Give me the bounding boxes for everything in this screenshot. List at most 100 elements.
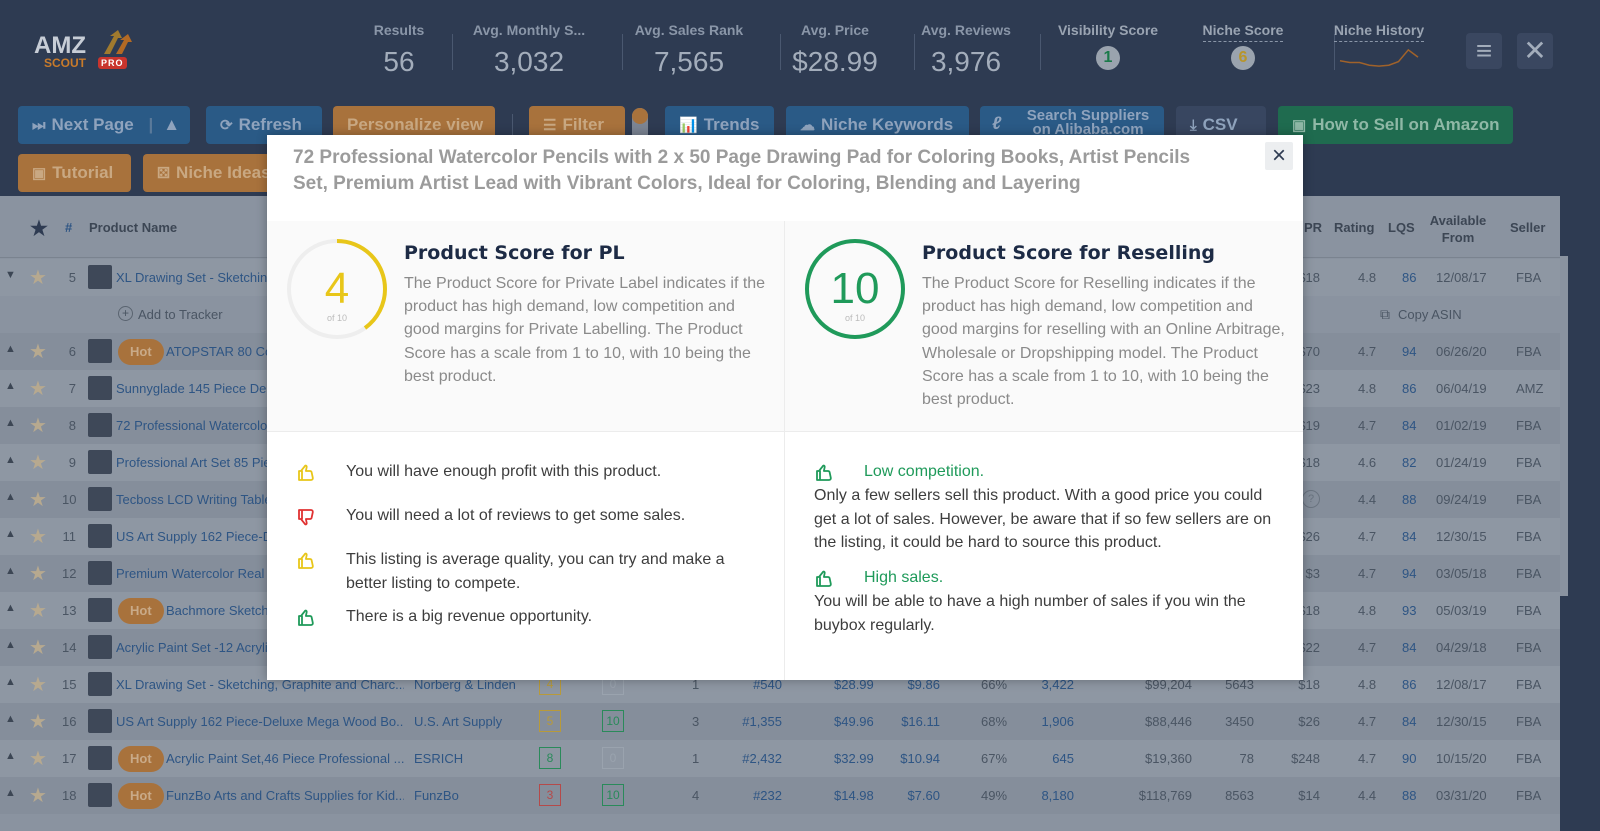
expand-row-icon[interactable]: ▲ (5, 528, 16, 540)
product-name-link[interactable]: Sunnyglade 145 Piece Del (116, 381, 269, 396)
price-link[interactable]: $49.96 (834, 714, 874, 729)
reviews-count[interactable]: 8,180 (1030, 788, 1074, 803)
pl-score-box[interactable]: 3 (539, 784, 561, 806)
product-name-link[interactable]: Acrylic Paint Set,46 Piece Professional … (166, 751, 404, 766)
favorite-star-icon[interactable]: ★ (29, 413, 47, 438)
resell-score-box[interactable]: 10 (602, 784, 624, 806)
table-row[interactable]: ▲ ★ 16 US Art Supply 162 Piece-Deluxe Mega … (0, 703, 1560, 740)
expand-row-icon[interactable]: ▲ (5, 639, 16, 651)
niche-score[interactable]: Niche Score 6 (1198, 22, 1288, 70)
product-thumbnail[interactable] (88, 487, 112, 511)
product-name-link[interactable]: 72 Professional Watercolo (116, 418, 267, 433)
niche-ideas-button[interactable]: ⚄ Niche Ideas (143, 154, 283, 192)
lqs-link[interactable]: 84 (1402, 640, 1416, 655)
lqs-link[interactable]: 94 (1402, 566, 1416, 581)
product-thumbnail[interactable] (88, 413, 112, 437)
lqs-link[interactable]: 82 (1402, 455, 1416, 470)
fees-link[interactable]: $10.94 (900, 751, 940, 766)
table-row[interactable]: ▲ ★ 17 Hot Acrylic Paint Set,46 Piece Profes… (0, 740, 1560, 777)
favorite-star-icon[interactable]: ★ (29, 561, 47, 586)
visibility-score[interactable]: Visibility Score 1 (1052, 22, 1164, 70)
product-name-link[interactable]: US Art Supply 162 Piece-D (116, 529, 272, 544)
product-name-link[interactable]: Premium Watercolor Real (116, 566, 264, 581)
reviews-count[interactable]: 645 (1030, 751, 1074, 766)
product-thumbnail[interactable] (88, 265, 112, 289)
header-pr[interactable]: PR (1304, 220, 1322, 235)
product-name-link[interactable]: ATOPSTAR 80 Co (166, 344, 272, 359)
tutorial-button[interactable]: ▣ Tutorial (18, 154, 131, 192)
menu-button[interactable]: ≡ (1466, 33, 1502, 69)
header-rating[interactable]: Rating (1334, 220, 1374, 235)
fees-link[interactable]: $7.60 (900, 788, 940, 803)
price-link[interactable]: $14.98 (834, 788, 874, 803)
brand-link[interactable]: U.S. Art Supply (414, 714, 502, 729)
expand-row-icon[interactable]: ▲ (5, 565, 16, 577)
expand-row-icon[interactable]: ▲ (5, 417, 16, 429)
product-name-link[interactable]: XL Drawing Set - Sketching (116, 270, 274, 285)
lqs-link[interactable]: 93 (1402, 603, 1416, 618)
lqs-link[interactable]: 84 (1402, 714, 1416, 729)
favorite-star-icon[interactable]: ★ (29, 783, 47, 808)
product-thumbnail[interactable] (88, 376, 112, 400)
product-thumbnail[interactable] (88, 450, 112, 474)
product-thumbnail[interactable] (88, 339, 112, 363)
header-lqs[interactable]: LQS (1388, 220, 1415, 235)
next-page-button[interactable]: ⏭ Next Page | ▲ (18, 106, 190, 144)
product-thumbnail[interactable] (88, 524, 112, 548)
product-name-link[interactable]: Acrylic Paint Set -12 Acryli (116, 640, 268, 655)
product-name-link[interactable]: Professional Art Set 85 Pie (116, 455, 271, 470)
header-product-name[interactable]: Product Name (89, 220, 177, 235)
expand-row-icon[interactable]: ▲ (5, 454, 16, 466)
lqs-link[interactable]: 94 (1402, 344, 1416, 359)
fees-link[interactable]: $16.11 (900, 714, 940, 729)
favorite-star-icon[interactable]: ★ (29, 339, 47, 364)
product-name-link[interactable]: Bachmore Sketch (166, 603, 269, 618)
product-thumbnail[interactable] (88, 783, 112, 807)
favorite-star-icon[interactable]: ★ (29, 265, 47, 290)
header-seller[interactable]: Seller (1510, 220, 1545, 235)
expand-row-icon[interactable]: ▲ (5, 343, 16, 355)
table-row[interactable]: ▲ ★ 18 Hot FunzBo Arts and Crafts Supplies f… (0, 777, 1560, 814)
favorite-star-icon[interactable]: ★ (29, 672, 47, 697)
favorite-star-icon[interactable]: ★ (29, 450, 47, 475)
favorite-star-icon[interactable]: ★ (29, 709, 47, 734)
lqs-link[interactable]: 86 (1402, 381, 1416, 396)
lqs-link[interactable]: 90 (1402, 751, 1416, 766)
resell-score-box[interactable]: 0 (602, 747, 624, 769)
sales-rank-link[interactable]: #232 (730, 788, 782, 803)
scrollbar-thumb[interactable] (1560, 256, 1568, 596)
header-available-from[interactable]: Available From (1428, 212, 1488, 246)
product-name-link[interactable]: Tecboss LCD Writing Table (116, 492, 272, 507)
lqs-link[interactable]: 84 (1402, 418, 1416, 433)
header-num[interactable]: # (65, 220, 72, 235)
modal-close-button[interactable]: × (1265, 142, 1293, 170)
favorite-star-icon[interactable]: ★ (29, 635, 47, 660)
copy-asin-link[interactable]: Copy ASIN (1398, 307, 1462, 322)
reviews-count[interactable]: 1,906 (1030, 714, 1074, 729)
brand-link[interactable]: ESRICH (414, 751, 463, 766)
expand-row-icon[interactable]: ▲ (5, 713, 16, 725)
help-icon[interactable]: ? (1302, 490, 1320, 508)
expand-row-icon[interactable]: ▲ (5, 676, 16, 688)
scrollbar-track[interactable] (1560, 196, 1600, 831)
favorite-star-icon[interactable]: ★ (29, 746, 47, 771)
product-thumbnail[interactable] (88, 561, 112, 585)
niche-history[interactable]: Niche History (1330, 22, 1428, 75)
product-thumbnail[interactable] (88, 598, 112, 622)
how-to-sell-button[interactable]: ▣ How to Sell on Amazon (1278, 106, 1513, 144)
favorite-star-icon[interactable]: ★ (29, 376, 47, 401)
expand-row-icon[interactable]: ▲ (5, 602, 16, 614)
lqs-link[interactable]: 88 (1402, 788, 1416, 803)
sales-rank-link[interactable]: #2,432 (730, 751, 782, 766)
expand-row-icon[interactable]: ▲ (5, 491, 16, 503)
lqs-link[interactable]: 86 (1402, 677, 1416, 692)
expand-row-icon[interactable]: ▲ (5, 787, 16, 799)
star-header-icon[interactable]: ★ (30, 216, 48, 241)
add-to-tracker-link[interactable]: Add to Tracker (138, 307, 223, 322)
lqs-link[interactable]: 88 (1402, 492, 1416, 507)
add-circle-icon[interactable]: + (118, 306, 133, 321)
sales-rank-link[interactable]: #1,355 (730, 714, 782, 729)
close-app-button[interactable]: ✕ (1517, 33, 1553, 69)
expand-row-icon[interactable]: ▲ (5, 380, 16, 392)
lqs-link[interactable]: 84 (1402, 529, 1416, 544)
